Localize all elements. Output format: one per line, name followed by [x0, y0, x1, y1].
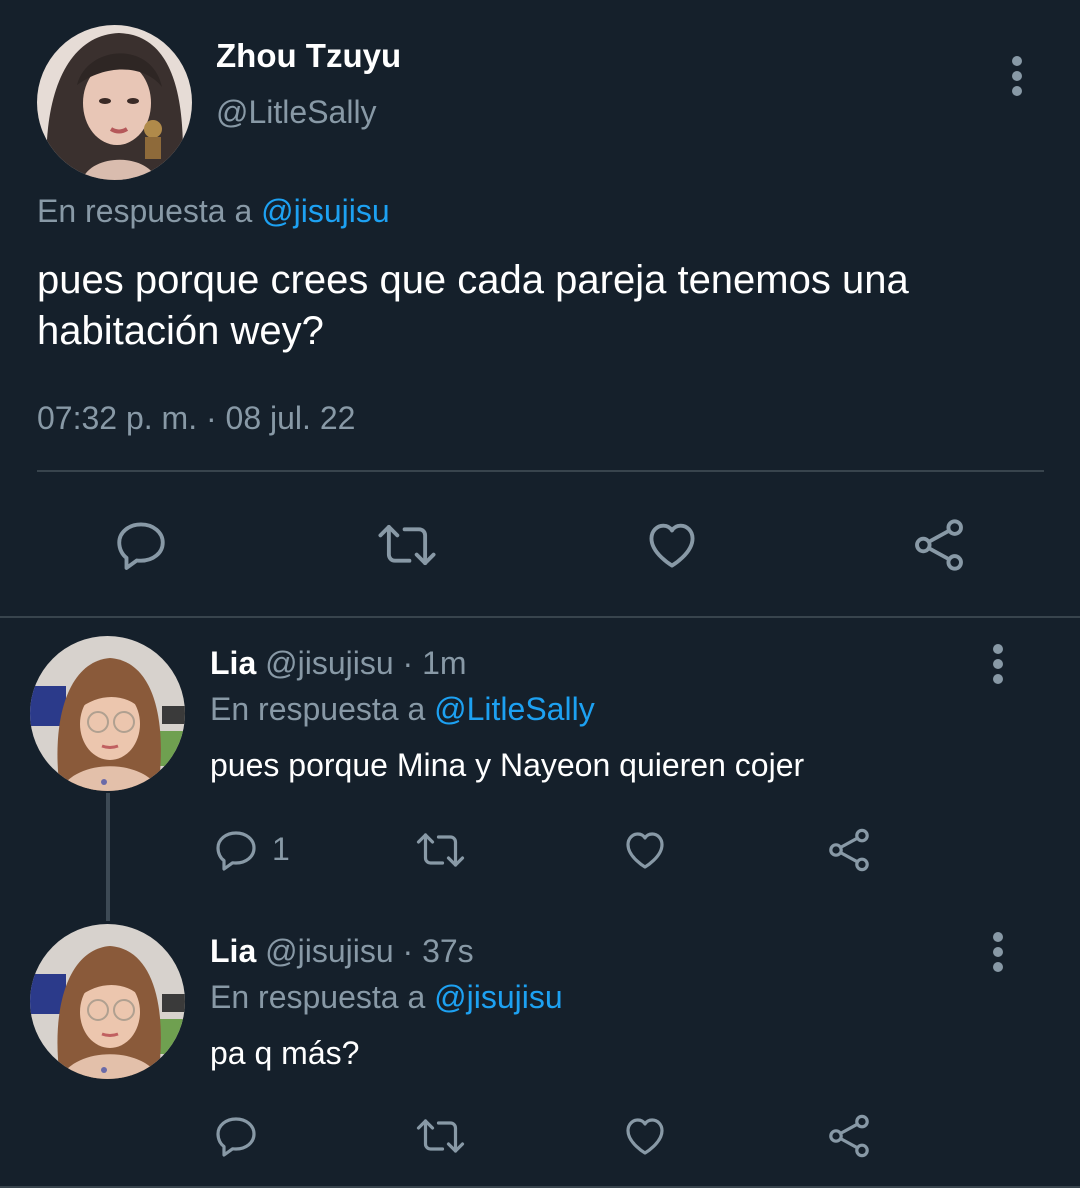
reply-to-mention[interactable]: @jisujisu	[261, 193, 390, 229]
more-options-icon[interactable]	[988, 642, 1008, 686]
divider	[37, 470, 1044, 472]
thread-line	[106, 793, 110, 921]
more-options-icon[interactable]	[988, 930, 1008, 974]
reply-1-reply-count: 1	[272, 831, 290, 867]
reply-1-time: · 1m	[402, 645, 467, 681]
author-name[interactable]: Zhou Tzuyu	[216, 36, 401, 76]
reply-2-handle[interactable]: @jisujisu	[265, 933, 394, 969]
reply-1-avatar[interactable]	[30, 636, 185, 791]
reply-icon[interactable]	[212, 1112, 260, 1160]
more-options-icon[interactable]	[1007, 54, 1027, 98]
share-icon[interactable]	[910, 516, 968, 574]
reply-to-mention[interactable]: @LitleSally	[434, 691, 595, 727]
reply-1-author-name[interactable]: Lia	[210, 645, 256, 681]
reply-prefix: En respuesta a	[210, 979, 426, 1015]
share-icon[interactable]	[825, 826, 873, 874]
reply-prefix: En respuesta a	[210, 691, 426, 727]
reply-2-header: Lia @jisujisu · 37s	[210, 931, 474, 971]
reply-to-mention[interactable]: @jisujisu	[434, 979, 563, 1015]
section-divider	[0, 616, 1080, 618]
share-icon[interactable]	[825, 1112, 873, 1160]
reply-prefix: En respuesta a	[37, 193, 253, 229]
reply-2-avatar[interactable]	[30, 924, 185, 1079]
like-icon[interactable]	[620, 1112, 670, 1160]
reply-1-header: Lia @jisujisu · 1m	[210, 643, 467, 683]
author-handle[interactable]: @LitleSally	[216, 92, 377, 132]
retweet-icon[interactable]	[374, 516, 440, 574]
reply-2-text: pa q más?	[210, 1035, 360, 1071]
tweet-text: pues porque crees que cada pareja tenemo…	[37, 255, 909, 357]
reply-icon[interactable]	[112, 516, 170, 574]
reply-2-context: En respuesta a @jisujisu	[210, 977, 563, 1017]
like-icon[interactable]	[620, 826, 670, 874]
tweet-timestamp: 07:32 p. m. · 08 jul. 22	[37, 400, 356, 436]
reply-2-author-name[interactable]: Lia	[210, 933, 256, 969]
reply-context: En respuesta a @jisujisu	[37, 191, 390, 231]
tweet-text-line-1: pues porque crees que cada pareja tenemo…	[37, 258, 909, 302]
author-avatar[interactable]	[37, 25, 192, 180]
reply-1-handle[interactable]: @jisujisu	[265, 645, 394, 681]
reply-icon[interactable]	[212, 826, 260, 874]
reply-2-time: · 37s	[402, 933, 474, 969]
like-icon[interactable]	[642, 516, 702, 574]
reply-1-text: pues porque Mina y Nayeon quieren cojer	[210, 747, 805, 783]
tweet-text-line-2: habitación wey?	[37, 309, 324, 353]
retweet-icon[interactable]	[413, 1112, 468, 1160]
retweet-icon[interactable]	[413, 826, 468, 874]
reply-1-context: En respuesta a @LitleSally	[210, 689, 595, 729]
